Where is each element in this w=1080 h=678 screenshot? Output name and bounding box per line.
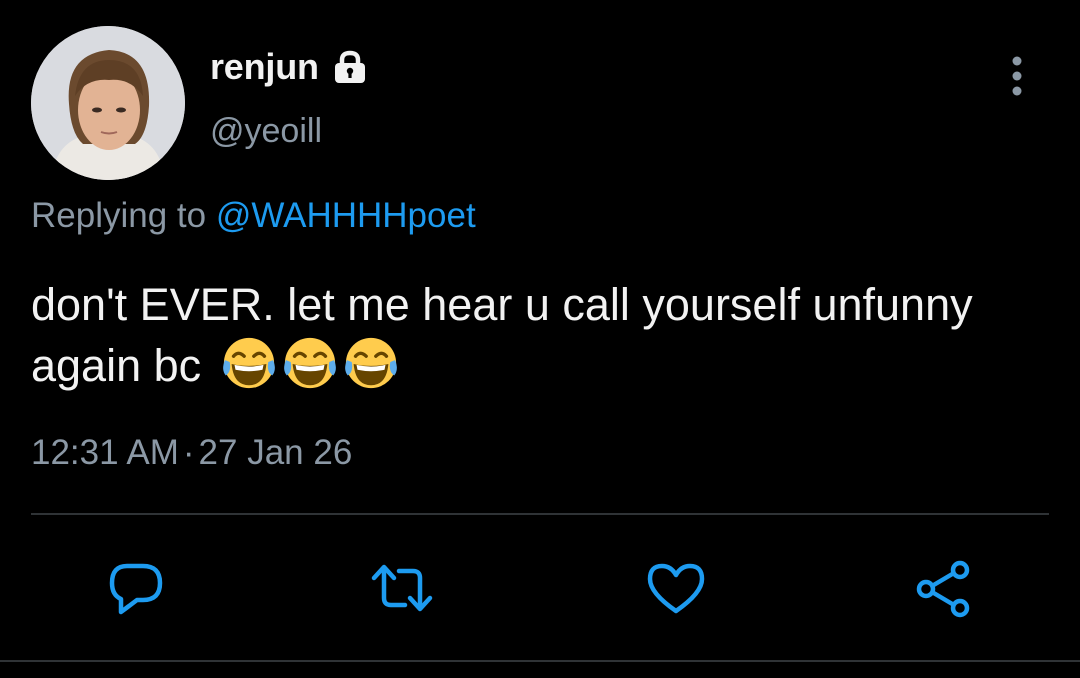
like-button[interactable] [644,556,708,620]
meta-separator: · [182,433,195,472]
avatar[interactable] [31,26,185,180]
timestamp-row: 12:31 AM · 27 Jan 26 [31,433,352,473]
like-icon [647,563,705,614]
tweet-body: don't EVER. let me hear u call yourself … [31,279,973,391]
laughing-emoji-icon [342,335,403,406]
retweet-icon [371,564,433,612]
share-button[interactable] [912,556,976,620]
tweet-date[interactable]: 27 Jan 26 [199,433,353,472]
laughing-emoji-icon [220,335,281,406]
display-name[interactable]: renjun [210,46,319,88]
emoji-group [220,335,403,406]
reply-icon [109,563,163,615]
reply-mention-link[interactable]: @WAHHHHpoet [216,196,476,235]
tweet-card: renjun @yeoill Replying to @WAHHHHpoet d… [0,0,1080,678]
divider [31,513,1049,515]
bottom-divider [0,660,1080,662]
replying-to-label: Replying to [31,196,216,235]
display-name-row: renjun [210,42,369,92]
tweet-text: don't EVER. let me hear u call yourself … [31,274,1041,406]
replying-to-line: Replying to @WAHHHHpoet [31,196,476,236]
share-icon [916,560,970,618]
tweet-time[interactable]: 12:31 AM [31,433,179,472]
lock-icon [331,50,369,84]
reply-button[interactable] [104,556,168,620]
more-options-icon[interactable] [1002,55,1032,99]
retweet-button[interactable] [370,556,434,620]
laughing-emoji-icon [281,335,342,406]
user-handle[interactable]: @yeoill [210,112,322,151]
